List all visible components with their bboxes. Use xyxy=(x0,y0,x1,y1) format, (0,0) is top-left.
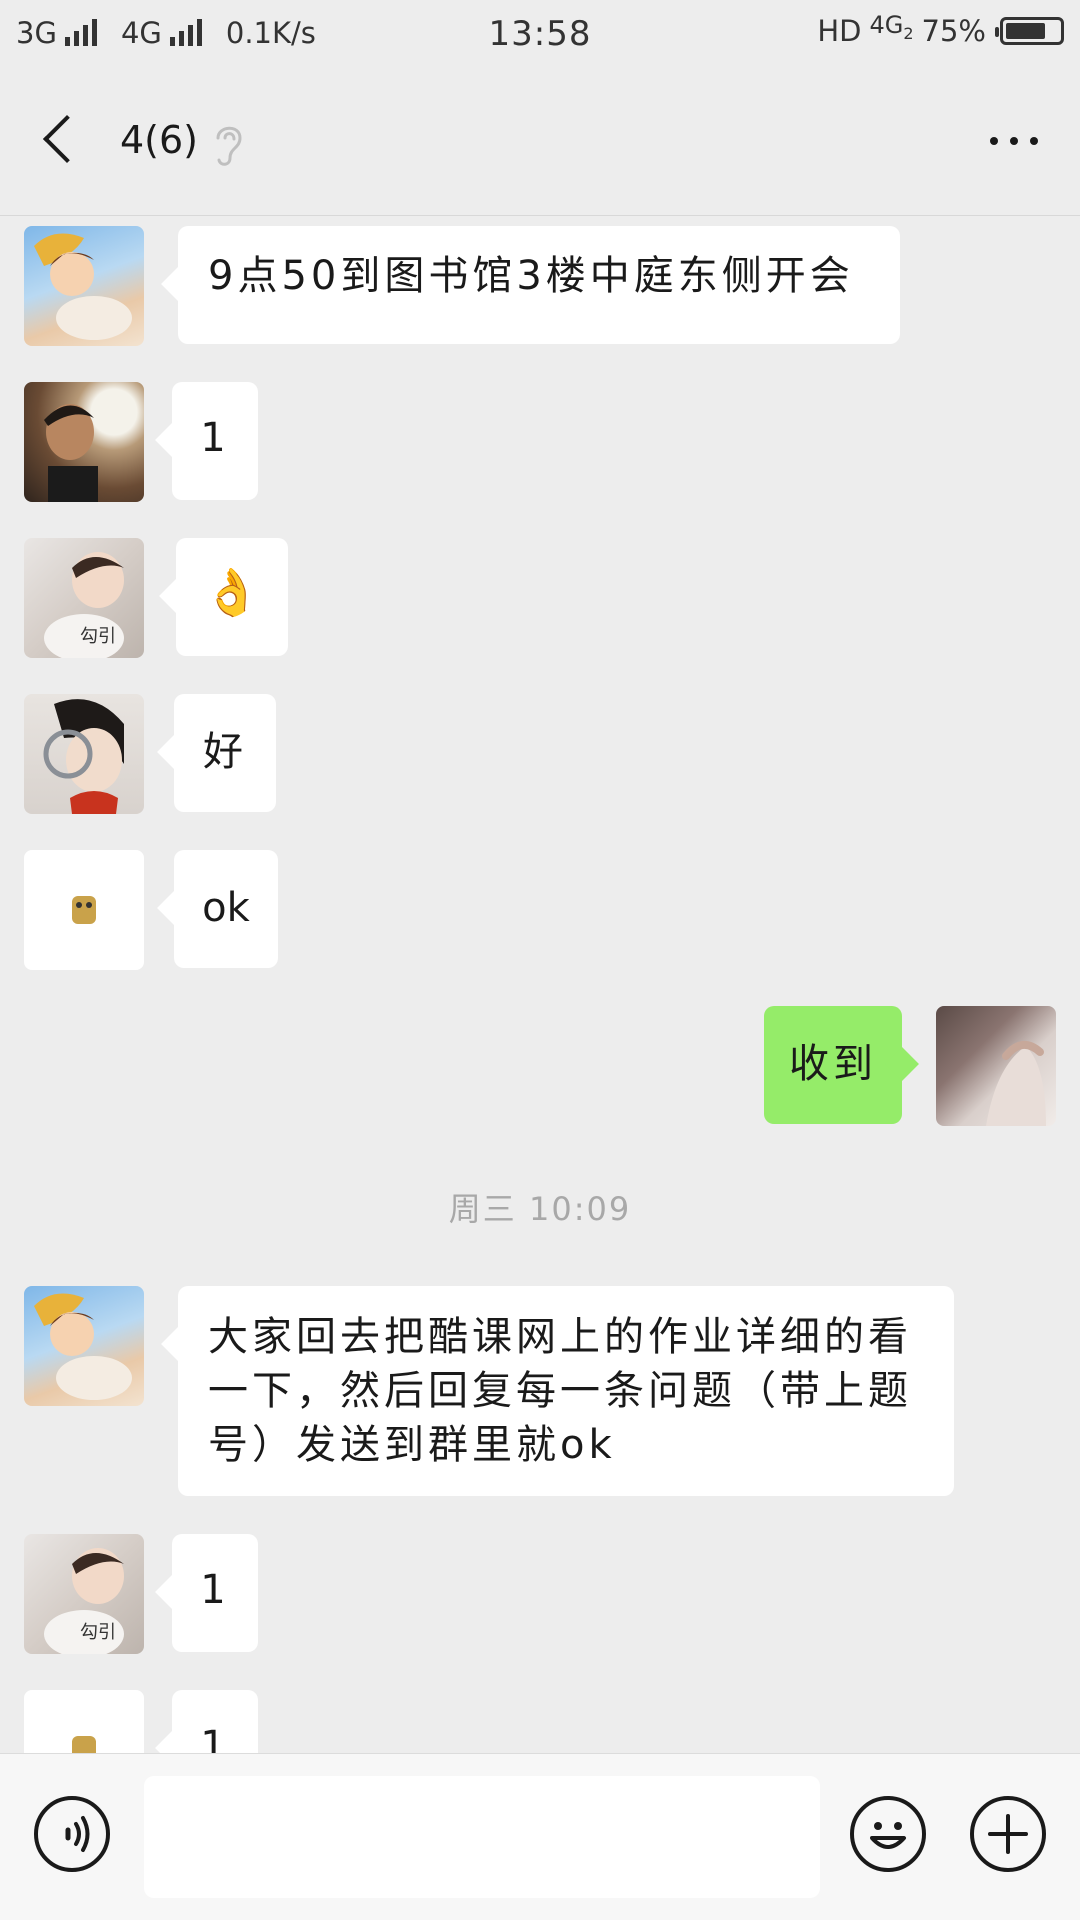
message-text: 收到 xyxy=(789,1041,877,1087)
chat-screen: 3G 4G 0.1K/s 13:58 HD 4G2 75% 4(6) 9点50到… xyxy=(0,0,1080,1920)
ear-icon xyxy=(216,126,242,166)
message-text: 9点50到图书馆3楼中庭东侧开会 xyxy=(208,253,854,299)
message-bubble[interactable]: 9点50到图书馆3楼中庭东侧开会 xyxy=(178,226,900,344)
message-bubble[interactable]: ok xyxy=(174,850,278,968)
avatar[interactable] xyxy=(24,382,144,502)
avatar[interactable] xyxy=(24,226,144,346)
message-text: ok xyxy=(202,885,250,931)
message-bubble[interactable]: 好 xyxy=(174,694,276,812)
message-bubble[interactable]: 1 xyxy=(172,382,258,500)
plus-icon[interactable] xyxy=(970,1796,1046,1872)
hd-label: HD xyxy=(817,14,862,48)
battery-fill xyxy=(1006,23,1045,39)
ok-hand-emoji: 👌 xyxy=(203,565,261,619)
avatar[interactable]: 勾引 xyxy=(24,538,144,658)
battery-percent: 75% xyxy=(921,14,986,48)
avatar[interactable] xyxy=(24,1286,144,1406)
message-text: 1 xyxy=(200,415,230,461)
network-type-label: 4G2 xyxy=(869,10,914,43)
emoji-icon[interactable] xyxy=(850,1796,926,1872)
avatar-caption: 勾引 xyxy=(80,626,116,647)
status-bar: 3G 4G 0.1K/s 13:58 HD 4G2 75% xyxy=(0,0,1080,70)
message-bubble[interactable]: 👌 xyxy=(176,538,288,656)
my-message-bubble[interactable]: 收到 xyxy=(764,1006,902,1124)
message-input[interactable] xyxy=(144,1776,820,1898)
back-arrow-icon[interactable] xyxy=(30,108,90,174)
voice-icon[interactable] xyxy=(34,1796,110,1872)
message-bubble[interactable]: 1 xyxy=(172,1534,258,1652)
avatar-caption: 勾引 xyxy=(80,1622,116,1643)
message-text: 大家回去把酷课网上的作业详细的看一下，然后回复每一条问题（带上题号）发送到群里就… xyxy=(208,1314,912,1468)
message-text: 1 xyxy=(200,1567,230,1613)
avatar[interactable] xyxy=(24,850,144,970)
battery-icon xyxy=(995,17,1064,45)
my-avatar[interactable] xyxy=(936,1006,1056,1126)
avatar[interactable] xyxy=(24,694,144,814)
chat-header: 4(6) xyxy=(0,70,1080,216)
status-right: HD 4G2 75% xyxy=(817,10,1064,48)
message-bubble[interactable]: 大家回去把酷课网上的作业详细的看一下，然后回复每一条问题（带上题号）发送到群里就… xyxy=(178,1286,954,1496)
message-text: 好 xyxy=(203,729,247,775)
input-bar xyxy=(0,1753,1080,1920)
avatar[interactable]: 勾引 xyxy=(24,1534,144,1654)
more-dots-icon[interactable] xyxy=(982,126,1046,156)
chat-title: 4(6) xyxy=(120,118,199,162)
time-divider: 周三 10:09 xyxy=(448,1190,632,1228)
